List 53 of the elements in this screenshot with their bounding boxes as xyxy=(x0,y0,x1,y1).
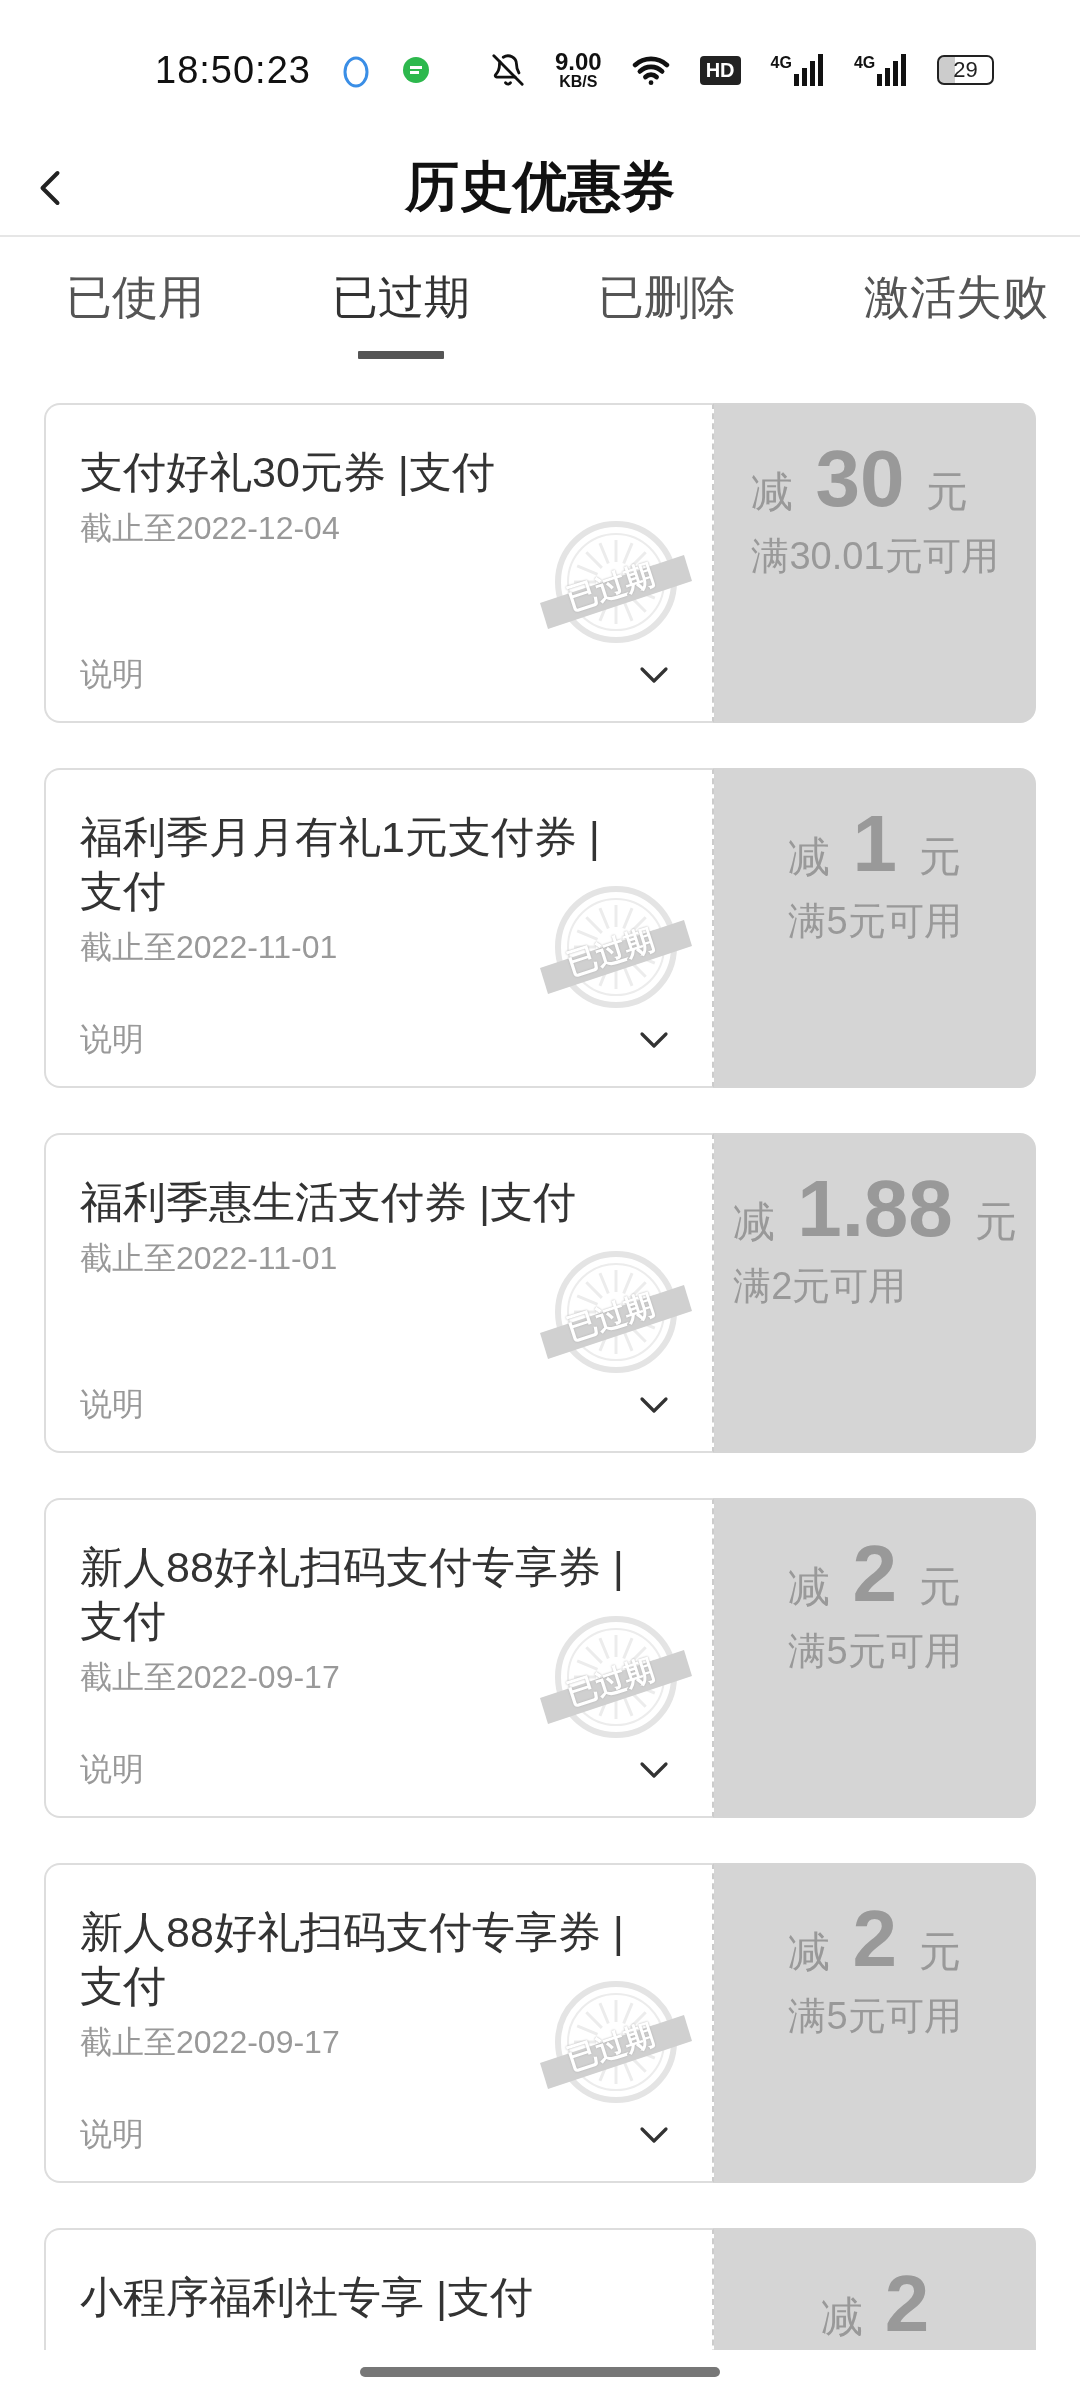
coupon-deadline: 截止至2022-11-01 xyxy=(80,928,338,967)
discount-amount: 2 xyxy=(852,1893,897,1985)
discount-amount: 30 xyxy=(815,433,905,525)
coupon-title: 小程序福利社专享 |支付 xyxy=(80,2272,534,2323)
coupon-title: 福利季惠生活支付券 |支付 xyxy=(80,1177,577,1228)
currency-unit: 元 xyxy=(918,1927,961,1977)
coupon-deadline: 截止至2022-11-01 xyxy=(80,1239,338,1278)
note-label: 说明 xyxy=(80,1750,144,1789)
discount-prefix: 减 xyxy=(820,2292,863,2342)
discount-amount: 1.88 xyxy=(797,1163,953,1255)
battery-level: 29 xyxy=(937,55,994,85)
speed-unit: KB/S xyxy=(559,74,598,90)
currency-unit: 元 xyxy=(918,1562,961,1612)
signal-icon xyxy=(793,54,824,86)
page-title: 历史优惠券 xyxy=(405,155,675,218)
note-label: 说明 xyxy=(80,655,144,694)
discount-prefix: 减 xyxy=(788,1562,831,1612)
usage-condition: 满5元可用 xyxy=(788,1994,962,2039)
discount-prefix: 减 xyxy=(733,1197,776,1247)
discount-prefix: 减 xyxy=(751,467,794,517)
coupon-title: 福利季月月有礼1元支付券 |支付 xyxy=(80,812,602,917)
note-label: 说明 xyxy=(80,1385,144,1424)
coupon-title: 新人88好礼扫码支付专享券 |支付 xyxy=(80,1907,625,2012)
coupon-deadline: 截止至2022-09-17 xyxy=(80,1658,340,1697)
discount-prefix: 减 xyxy=(788,832,831,882)
network-speed: 9.00 xyxy=(554,50,602,74)
mute-icon xyxy=(490,53,525,87)
tab[interactable]: 已删除 xyxy=(598,259,736,355)
usage-condition: 满5元可用 xyxy=(788,1629,962,1674)
network-type: 4G xyxy=(770,54,792,72)
hd-badge: HD xyxy=(699,55,741,85)
discount-prefix: 减 xyxy=(788,1927,831,1977)
network-type: 4G xyxy=(853,54,876,72)
tab[interactable]: 激活失败 xyxy=(864,259,1048,355)
usage-condition: 满5元可用 xyxy=(788,899,962,944)
coupon-title: 支付好礼30元券 |支付 xyxy=(80,447,495,498)
usage-condition: 满30.01元可用 xyxy=(751,534,999,579)
tab[interactable]: 已使用 xyxy=(66,259,204,355)
discount-amount: 1 xyxy=(852,798,897,890)
status-time: 18:50:23 xyxy=(155,48,311,92)
coupon-deadline: 截止至2022-09-17 xyxy=(80,2023,340,2062)
discount-amount: 2 xyxy=(884,2258,930,2350)
discount-amount: 2 xyxy=(852,1528,897,1620)
currency-unit: 元 xyxy=(926,467,969,517)
note-label: 说明 xyxy=(80,2115,144,2154)
coupon-deadline: 截止至2022-12-04 xyxy=(80,509,340,548)
currency-unit: 元 xyxy=(918,832,961,882)
signal-icon xyxy=(877,54,908,86)
note-label: 说明 xyxy=(80,1020,144,1059)
usage-condition: 满2元可用 xyxy=(733,1264,908,1309)
currency-unit: 元 xyxy=(974,1197,1017,1247)
coupon-title: 新人88好礼扫码支付专享券 |支付 xyxy=(80,1542,625,1647)
message-icon xyxy=(400,55,431,85)
